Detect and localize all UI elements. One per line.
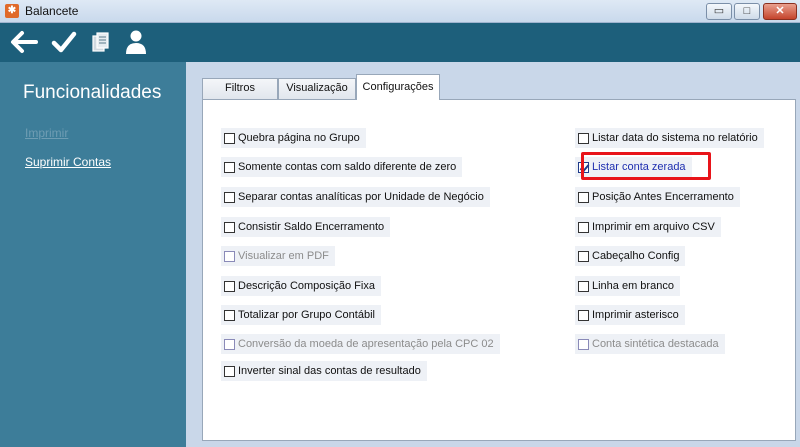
tab-configuracoes[interactable]: Configurações (356, 74, 440, 100)
checkbox (224, 338, 235, 350)
option-conta-sintetica: Conta sintética destacada (575, 334, 725, 354)
option-label: Listar data do sistema no relatório (592, 132, 758, 144)
option-somente-contas-saldo[interactable]: Somente contas com saldo diferente de ze… (221, 157, 463, 177)
sidebar-item-imprimir: Imprimir (25, 126, 69, 140)
option-label: Separar contas analíticas por Unidade de… (238, 191, 484, 203)
option-label: Descrição Composição Fixa (238, 280, 375, 292)
user-icon[interactable] (120, 27, 152, 57)
option-label: Conversão da moeda de apresentação pela … (238, 338, 494, 350)
option-descricao-composicao[interactable]: Descrição Composição Fixa (221, 276, 381, 296)
checkbox[interactable] (224, 309, 235, 321)
checkbox (578, 338, 589, 350)
checkbox[interactable] (224, 161, 235, 173)
checkbox[interactable] (224, 365, 235, 377)
checkbox[interactable] (224, 280, 235, 292)
checkbox[interactable] (578, 132, 589, 144)
option-label: Linha em branco (592, 280, 674, 292)
option-visualizar-pdf: Visualizar em PDF (221, 246, 335, 266)
checkbox[interactable] (578, 250, 589, 262)
option-label: Quebra página no Grupo (238, 132, 360, 144)
checkbox[interactable] (224, 191, 235, 203)
tab-filtros[interactable]: Filtros (202, 78, 278, 99)
option-label: Cabeçalho Config (592, 250, 680, 262)
option-label: Consistir Saldo Encerramento (238, 221, 385, 233)
option-label: Conta sintética destacada (592, 338, 719, 350)
checkbox[interactable] (578, 191, 589, 203)
checkbox[interactable] (578, 309, 589, 321)
option-conversao-moeda: Conversão da moeda de apresentação pela … (221, 334, 500, 354)
option-label: Posição Antes Encerramento (592, 191, 734, 203)
checkbox (224, 250, 235, 262)
checkbox[interactable] (578, 221, 589, 233)
option-label: Inverter sinal das contas de resultado (238, 365, 421, 377)
option-consistir-saldo[interactable]: Consistir Saldo Encerramento (221, 217, 391, 237)
option-separar-contas[interactable]: Separar contas analíticas por Unidade de… (221, 187, 490, 207)
close-button[interactable]: ✕ (763, 3, 797, 20)
option-imprimir-csv[interactable]: Imprimir em arquivo CSV (575, 217, 721, 237)
toolbar (0, 23, 800, 62)
app-icon: ✱ (5, 4, 19, 18)
main-area: Filtros Visualização Configurações Quebr… (186, 62, 800, 447)
checkbox[interactable] (224, 132, 235, 144)
option-inverter-sinal[interactable]: Inverter sinal das contas de resultado (221, 361, 427, 381)
option-label: Visualizar em PDF (238, 250, 329, 262)
tab-visualizacao[interactable]: Visualização (278, 78, 356, 99)
checkbox[interactable] (224, 221, 235, 233)
option-label: Somente contas com saldo diferente de ze… (238, 161, 457, 173)
checkbox[interactable] (578, 280, 589, 292)
option-label: Imprimir asterisco (592, 309, 679, 321)
sidebar-item-suprimir-contas[interactable]: Suprimir Contas (25, 155, 111, 169)
option-imprimir-asterisco[interactable]: Imprimir asterisco (575, 305, 685, 325)
option-linha-branco[interactable]: Linha em branco (575, 276, 680, 296)
option-totalizar-grupo[interactable]: Totalizar por Grupo Contábil (221, 305, 381, 325)
sidebar-title: Funcionalidades (23, 82, 162, 103)
settings-panel: Quebra página no Grupo Somente contas co… (202, 99, 796, 441)
option-label: Totalizar por Grupo Contábil (238, 309, 375, 321)
title-bar: ✱ Balancete ▭ □ ✕ (0, 0, 800, 23)
option-posicao-antes[interactable]: Posição Antes Encerramento (575, 187, 740, 207)
option-quebra-pagina[interactable]: Quebra página no Grupo (221, 128, 366, 148)
window-title: Balancete (25, 4, 79, 18)
checkmark-icon[interactable] (48, 27, 80, 57)
option-label: Imprimir em arquivo CSV (592, 221, 715, 233)
maximize-button[interactable]: □ (734, 3, 760, 20)
documents-icon[interactable] (86, 27, 118, 57)
sidebar: Funcionalidades Imprimir Suprimir Contas (0, 62, 186, 447)
option-cabecalho-config[interactable]: Cabeçalho Config (575, 246, 686, 266)
back-arrow-icon[interactable] (8, 27, 40, 57)
minimize-button[interactable]: ▭ (706, 3, 732, 20)
highlight-box (581, 152, 711, 180)
option-listar-data[interactable]: Listar data do sistema no relatório (575, 128, 764, 148)
